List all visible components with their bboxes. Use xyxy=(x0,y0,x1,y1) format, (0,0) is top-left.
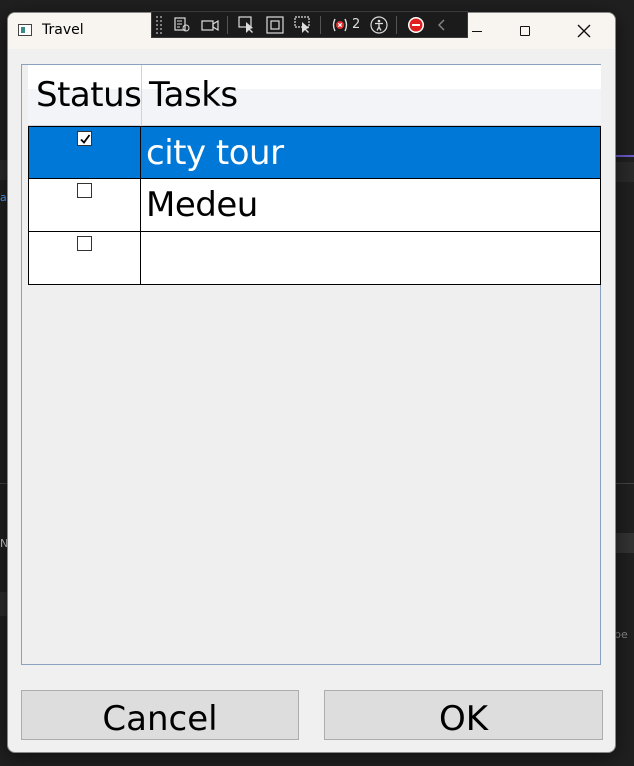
hot-reload-stop-icon[interactable] xyxy=(405,14,427,36)
chevron-left-icon[interactable] xyxy=(431,14,453,36)
column-header-tasks[interactable]: Tasks xyxy=(149,75,238,115)
ide-strip xyxy=(0,483,7,484)
debug-toolbar: 2 xyxy=(151,11,468,38)
cancel-button[interactable]: Cancel xyxy=(21,690,299,740)
table-row[interactable]: city tour xyxy=(28,126,601,179)
ide-strip xyxy=(0,160,7,180)
status-checkbox[interactable] xyxy=(77,236,92,251)
column-divider[interactable] xyxy=(141,65,142,125)
ide-strip xyxy=(0,592,7,616)
live-visual-tree-icon[interactable] xyxy=(171,14,193,36)
close-icon xyxy=(577,24,591,38)
grid-header: Status Tasks xyxy=(28,65,601,126)
toolbar-separator xyxy=(320,15,321,34)
task-cell[interactable]: city tour xyxy=(141,127,600,178)
checkmark-icon xyxy=(79,133,90,144)
status-cell[interactable] xyxy=(29,232,141,284)
track-focus-icon[interactable] xyxy=(292,14,314,36)
maximize-button[interactable] xyxy=(502,13,548,49)
minimize-icon xyxy=(472,30,482,32)
ide-text: be xyxy=(614,628,628,641)
binding-failures-icon[interactable] xyxy=(329,14,351,36)
table-row-new[interactable] xyxy=(28,232,601,285)
status-checkbox[interactable] xyxy=(77,131,92,146)
maximize-icon xyxy=(520,26,530,36)
column-header-status[interactable]: Status xyxy=(36,75,142,115)
window-title: Travel xyxy=(42,22,84,38)
close-button[interactable] xyxy=(561,13,607,49)
select-element-icon[interactable] xyxy=(236,14,258,36)
status-checkbox[interactable] xyxy=(77,183,92,198)
task-cell[interactable] xyxy=(141,232,600,284)
accessibility-icon[interactable] xyxy=(368,14,390,36)
status-cell[interactable] xyxy=(29,127,141,178)
display-layout-adorners-icon[interactable] xyxy=(264,14,286,36)
tasks-datagrid[interactable]: Status Tasks city tour Medeu xyxy=(21,64,601,665)
task-cell[interactable]: Medeu xyxy=(141,179,600,231)
toolbar-grip[interactable] xyxy=(155,14,163,35)
ide-text: a xyxy=(0,191,7,204)
table-row[interactable]: Medeu xyxy=(28,179,601,232)
travel-window: Travel Status Tasks city tour Medeu Canc… xyxy=(7,12,616,753)
binding-failure-count: 2 xyxy=(352,17,361,32)
grid-body: Status Tasks city tour Medeu xyxy=(28,65,601,285)
status-cell[interactable] xyxy=(29,179,141,231)
ok-button[interactable]: OK xyxy=(324,690,603,740)
toolbar-separator xyxy=(396,15,398,34)
app-window-icon xyxy=(18,24,32,36)
video-camera-icon[interactable] xyxy=(199,14,221,36)
toolbar-separator xyxy=(227,15,228,34)
